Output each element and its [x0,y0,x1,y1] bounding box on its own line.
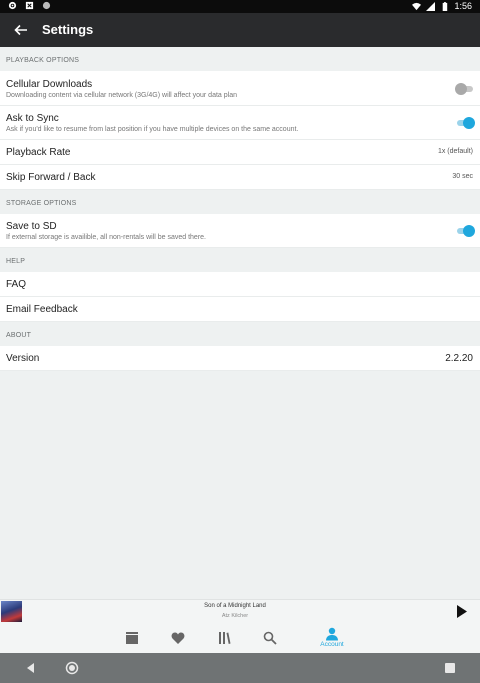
sync-notification-icon [42,1,51,10]
settings-notification-icon [8,1,17,10]
status-bar: 1:56 [0,0,480,13]
play-icon[interactable] [456,605,468,618]
setting-description: If external storage is availible, all no… [6,234,206,241]
setting-label: Cellular Downloads [6,79,93,90]
setting-label: Skip Forward / Back [6,172,96,183]
system-back-icon[interactable] [24,661,38,675]
wifi-icon [412,2,422,10]
ask-to-sync-toggle[interactable] [455,117,475,129]
bottom-nav: Account [0,623,480,653]
settings-list: PLAYBACK OPTIONS Cellular Downloads Down… [0,47,480,371]
cellular-downloads-toggle[interactable] [455,83,475,95]
setting-description: Downloading content via cellular network… [6,92,237,99]
setting-playback-rate[interactable]: Playback Rate 1x (default) [0,140,480,165]
section-header-about: ABOUT [0,322,480,346]
nav-library[interactable] [204,623,244,653]
setting-label: Playback Rate [6,147,71,158]
playback-rate-value: 1x (default) [437,148,473,155]
app-notification-icon [25,1,34,10]
section-header-storage: STORAGE OPTIONS [0,190,480,214]
nav-wishlist[interactable] [158,623,198,653]
nav-account-label: Account [320,641,344,648]
system-home-icon[interactable] [65,661,79,675]
setting-skip-forward-back[interactable]: Skip Forward / Back 30 sec [0,165,480,190]
skip-interval-value: 30 sec [452,173,473,180]
setting-label: Email Feedback [6,304,78,315]
heart-icon [171,632,185,644]
library-icon [219,632,231,644]
now-playing-artist: Atz Kilcher [221,613,249,619]
page-title: Settings [42,22,94,37]
system-recents-icon[interactable] [443,661,457,675]
setting-email-feedback[interactable]: Email Feedback [0,297,480,322]
system-nav-bar [0,653,480,683]
nav-search[interactable] [250,623,290,653]
setting-label: FAQ [6,279,27,290]
setting-label: Ask to Sync [6,113,59,124]
nav-store[interactable] [112,623,152,653]
setting-faq[interactable]: FAQ [0,272,480,297]
nav-account[interactable]: Account [312,623,352,653]
section-header-playback: PLAYBACK OPTIONS [0,47,480,71]
battery-icon [443,1,448,11]
setting-version: Version 2.2.20 [0,346,480,371]
account-icon [326,627,338,641]
search-icon [263,631,277,645]
setting-label: Version [6,353,40,364]
cellular-signal-icon [426,1,436,11]
setting-description: Ask if you'd like to resume from last po… [6,126,299,133]
save-to-sd-toggle[interactable] [455,225,475,237]
setting-ask-to-sync[interactable]: Ask to Sync Ask if you'd like to resume … [0,106,480,140]
version-value: 2.2.20 [445,353,473,364]
section-header-help: HELP [0,248,480,272]
mini-player[interactable]: Son of a Midnight Land Atz Kilcher [0,599,480,623]
back-arrow-icon[interactable] [12,21,30,39]
app-bar: Settings [0,13,480,47]
setting-cellular-downloads[interactable]: Cellular Downloads Downloading content v… [0,71,480,106]
setting-label: Save to SD [6,221,57,232]
status-time: 1:56 [454,1,472,11]
setting-save-to-sd[interactable]: Save to SD If external storage is availi… [0,214,480,248]
store-icon [126,632,138,644]
now-playing-title: Son of a Midnight Land [204,603,266,609]
